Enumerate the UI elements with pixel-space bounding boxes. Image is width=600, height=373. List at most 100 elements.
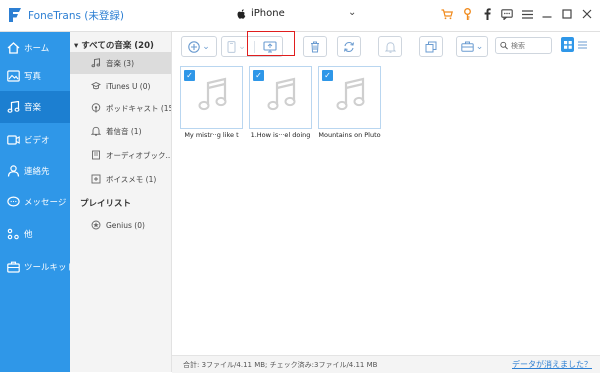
song-card[interactable]: ✓ Mountains on Pluto	[318, 66, 381, 149]
music-note-icon	[267, 77, 296, 111]
phone-icon	[227, 40, 236, 53]
tree-item-genius[interactable]: Genius (0)	[70, 214, 171, 236]
copy-icon	[425, 41, 437, 52]
tree-item-ringtones[interactable]: 着信音 (1)	[70, 120, 171, 142]
sidebar-item-label: メッセージ	[24, 198, 67, 208]
main-content: ⌄ ⌄ ⌄ 検索 ✓ My mistr··g like t ✓ 1.How is…	[172, 32, 600, 372]
tree-item-label: ポッドキャスト (15)	[106, 103, 172, 113]
sidebar-item-label: ビデオ	[24, 136, 50, 146]
chevron-down-icon: ⌄	[475, 41, 484, 52]
key-icon[interactable]	[460, 6, 474, 22]
song-card[interactable]: ✓ 1.How is···el doing	[249, 66, 312, 149]
music-note-icon	[198, 77, 227, 111]
apple-icon	[237, 8, 246, 19]
music-note-icon	[336, 77, 365, 111]
chevron-down-icon: ⌄	[202, 41, 210, 52]
toolbox-icon	[461, 41, 474, 52]
ringtone-icon	[91, 126, 101, 136]
checkbox-checked-icon[interactable]: ✓	[322, 70, 333, 81]
checkbox-checked-icon[interactable]: ✓	[184, 70, 195, 81]
song-title: Mountains on Pluto	[318, 131, 381, 139]
cart-icon[interactable]	[440, 6, 454, 22]
menu-icon[interactable]	[520, 6, 534, 22]
list-icon	[578, 41, 587, 48]
sidebar-item-label: 音楽	[24, 103, 42, 113]
fonetrans-logo-icon	[9, 8, 21, 22]
feedback-icon[interactable]	[500, 6, 514, 22]
highlight-box	[247, 31, 295, 56]
search-icon	[500, 41, 508, 50]
add-icon	[188, 40, 200, 53]
sidebar-item-messages[interactable]: メッセージ	[0, 186, 70, 218]
search-box[interactable]	[495, 37, 552, 54]
sidebar-item-toolkit[interactable]: ツールキット	[0, 251, 75, 283]
category-tree: ▾ すべての音楽 (20) 音楽 (3) iTunes U (0) ポッドキャス…	[70, 32, 172, 372]
podcast-icon	[91, 103, 101, 113]
other-icon	[7, 228, 19, 240]
tree-item-label: オーディオブック...	[106, 150, 172, 160]
app-title: FoneTrans (未登録)	[28, 10, 124, 22]
toolbox-button[interactable]: ⌄	[456, 36, 488, 57]
sidebar-item-photos[interactable]: 写真	[0, 60, 70, 92]
sidebar-item-other[interactable]: 他	[0, 218, 70, 250]
facebook-icon[interactable]	[480, 6, 494, 22]
song-thumbnail: ✓	[318, 66, 381, 129]
tree-item-label: 着信音 (1)	[106, 126, 142, 136]
bell-icon	[384, 41, 396, 53]
maximize-icon[interactable]	[560, 6, 574, 22]
voice-memo-icon	[91, 174, 101, 184]
data-lost-link[interactable]: データが消えました？	[512, 359, 592, 370]
tree-item-itunes-u[interactable]: iTunes U (0)	[70, 75, 171, 97]
file-summary: 合計: 3ファイル/4.11 MB; チェック済み:3ファイル/4.11 MB	[183, 361, 378, 369]
song-title: 1.How is···el doing	[250, 131, 311, 139]
playlist-icon	[91, 220, 101, 230]
export-to-device-button[interactable]: ⌄	[227, 40, 246, 53]
tree-item-music[interactable]: 音楽 (3)	[70, 52, 171, 74]
song-card[interactable]: ✓ My mistr··g like t	[180, 66, 243, 149]
tree-item-audiobooks[interactable]: オーディオブック...	[70, 144, 171, 166]
close-icon[interactable]	[580, 6, 594, 22]
chevron-down-icon: ⌄	[238, 41, 246, 52]
sync-icon	[344, 41, 354, 52]
add-button[interactable]: ⌄	[181, 36, 217, 57]
delete-button[interactable]	[303, 36, 327, 57]
audiobook-icon	[92, 150, 100, 160]
list-view-button[interactable]	[576, 37, 589, 52]
song-thumbnail: ✓	[249, 66, 312, 129]
ringtone-maker-button[interactable]	[378, 36, 402, 57]
sync-button[interactable]	[337, 36, 361, 57]
tree-item-label: 音楽 (3)	[106, 58, 135, 68]
playlist-header: プレイリスト	[80, 199, 132, 209]
sidebar-item-contacts[interactable]: 連絡先	[0, 155, 70, 187]
music-icon	[91, 58, 101, 68]
all-music-header[interactable]: ▾ すべての音楽 (20)	[74, 39, 154, 51]
trash-icon	[311, 41, 319, 52]
photo-icon	[7, 70, 20, 82]
itunes-u-icon	[91, 81, 101, 90]
checkbox-checked-icon[interactable]: ✓	[253, 70, 264, 81]
toolkit-icon	[7, 261, 20, 273]
sidebar-item-label: 写真	[24, 72, 42, 82]
sidebar-item-music[interactable]: 音楽	[0, 91, 70, 123]
tree-item-podcasts[interactable]: ポッドキャスト (15)	[70, 97, 171, 119]
toolbar: ⌄ ⌄ ⌄	[172, 32, 600, 60]
device-name: iPhone	[251, 8, 285, 19]
copy-button[interactable]	[419, 36, 443, 57]
search-input[interactable]	[511, 41, 551, 50]
title-bar: FoneTrans (未登録) iPhone ⌄	[0, 0, 600, 32]
sidebar-item-label: 連絡先	[24, 167, 50, 177]
tree-item-label: iTunes U (0)	[106, 81, 151, 91]
sidebar-item-label: ホーム	[24, 44, 50, 54]
tree-item-voice-memos[interactable]: ボイスメモ (1)	[70, 168, 171, 190]
sidebar-item-label: ツールキット	[24, 263, 76, 273]
device-selector[interactable]: iPhone	[237, 8, 285, 19]
sidebar-item-label: 他	[24, 230, 33, 240]
sidebar: ホーム 写真 音楽 ビデオ 連絡先 メッセージ 他 ツールキット	[0, 32, 75, 372]
minimize-icon[interactable]	[540, 6, 554, 22]
chevron-down-icon[interactable]: ⌄	[348, 7, 356, 18]
contacts-icon	[7, 165, 20, 177]
status-bar: 合計: 3ファイル/4.11 MB; チェック済み:3ファイル/4.11 MB …	[172, 355, 600, 373]
grid-view-button[interactable]	[561, 37, 574, 52]
sidebar-item-video[interactable]: ビデオ	[0, 124, 70, 156]
song-title: My mistr··g like t	[184, 131, 239, 139]
